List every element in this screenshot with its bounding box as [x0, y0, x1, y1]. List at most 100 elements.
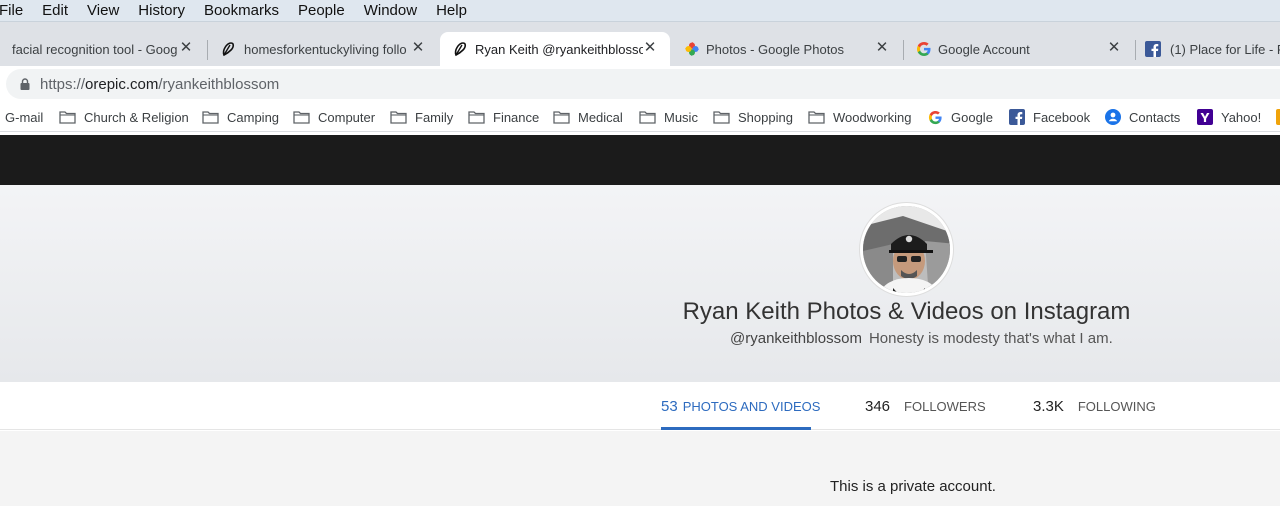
tab-google-account[interactable]: Google Account ✕ [904, 32, 1134, 66]
folder-icon [713, 111, 730, 124]
bookmark-computer[interactable]: Computer [293, 109, 375, 125]
bookmark-label: G-mail [5, 109, 44, 125]
tab-title: facial recognition tool - Goog [12, 41, 178, 57]
close-icon[interactable]: ✕ [1106, 40, 1122, 56]
menu-help[interactable]: Help [436, 0, 467, 22]
menu-edit[interactable]: Edit [42, 0, 68, 22]
tab-photos-and-videos[interactable]: 53 PHOTOS AND VIDEOS [661, 398, 820, 415]
tab-title: Ryan Keith @ryankeithblosso [475, 41, 643, 57]
bookmark-camping[interactable]: Camping [202, 109, 279, 125]
bookmark-label: Medical [578, 109, 623, 125]
bookmark-music[interactable]: Music [639, 109, 698, 125]
bookmark-facebook[interactable]: Facebook [1009, 109, 1090, 125]
bookmark-family[interactable]: Family [390, 109, 453, 125]
tab-title: (1) Place for Life - P [1170, 41, 1280, 57]
stat-count: 3.3K [1033, 398, 1064, 415]
bookmark-label: Google [951, 109, 993, 125]
close-icon[interactable]: ✕ [410, 40, 426, 56]
folder-icon [390, 111, 407, 124]
close-icon[interactable]: ✕ [874, 40, 890, 56]
yahoo-icon [1197, 109, 1213, 125]
bookmark-label: Shopping [738, 109, 793, 125]
bookmark-label: Church & Religion [84, 109, 189, 125]
tab-strip: facial recognition tool - Goog ✕ homesfo… [0, 22, 1280, 66]
bookmark-woodworking[interactable]: Woodworking [808, 109, 912, 125]
profile-stats-bar: 53 PHOTOS AND VIDEOS 346 FOLLOWERS 3.3K … [0, 382, 1280, 430]
menu-history[interactable]: History [138, 0, 185, 22]
menu-file[interactable]: File [0, 0, 23, 22]
folder-icon [468, 111, 485, 124]
tab-following[interactable]: 3.3K FOLLOWING [1033, 398, 1156, 415]
stat-label: FOLLOWING [1077, 399, 1156, 414]
bookmark-label: Facebook [1033, 109, 1091, 125]
tab-facial-recognition[interactable]: facial recognition tool - Goog ✕ [0, 32, 206, 66]
private-account-message: This is a private account. [830, 478, 996, 495]
folder-icon [808, 111, 825, 124]
menu-view[interactable]: View [87, 0, 119, 22]
bookmark-label: Music [664, 109, 698, 125]
tab-google-photos[interactable]: Photos - Google Photos ✕ [672, 32, 902, 66]
bookmark-medical[interactable]: Medical [553, 109, 623, 125]
content-area [0, 431, 1280, 506]
facebook-icon [1009, 109, 1025, 125]
contacts-icon [1105, 109, 1121, 125]
url-text[interactable]: https://orepic.com/ryankeithblossom [40, 76, 279, 93]
browser-toolbar: https://orepic.com/ryankeithblossom [0, 66, 1280, 102]
bookmark-contacts[interactable]: Contacts [1105, 109, 1180, 125]
bookmark-finance[interactable]: Finance [468, 109, 539, 125]
active-tab-indicator [661, 427, 811, 430]
tab-title: Google Account [938, 41, 1030, 57]
profile-bio: Honesty is modesty that's what I am. [868, 330, 1113, 347]
tab-homesforkentucky[interactable]: homesforkentuckyliving follo ✕ [208, 32, 438, 66]
bookmark-label: Camping [227, 109, 280, 125]
url-host: orepic.com [85, 76, 159, 93]
profile-subtitle: @ryankeithblossom Honesty is modesty that… [730, 330, 1113, 347]
folder-icon [639, 111, 656, 124]
bookmark-church-religion[interactable]: Church & Religion [59, 109, 189, 125]
bookmarks-bar: G-mail Church & Religion Camping Compute… [0, 102, 1280, 132]
tab-followers[interactable]: 346 FOLLOWERS [865, 398, 986, 415]
close-icon[interactable]: ✕ [178, 40, 194, 56]
bookmark-label: Family [415, 109, 454, 125]
bookmark-google[interactable]: Google [928, 109, 993, 125]
bookmark-overflow-icon[interactable] [1276, 109, 1280, 125]
tab-facebook[interactable]: (1) Place for Life - P [1136, 32, 1280, 66]
menu-window[interactable]: Window [364, 0, 417, 22]
bookmark-label: Contacts [1129, 109, 1181, 125]
profile-hero [0, 185, 1280, 382]
bookmark-gmail[interactable]: G-mail [5, 109, 43, 125]
folder-icon [202, 111, 219, 124]
stat-label: PHOTOS AND VIDEOS [682, 399, 821, 414]
bookmark-yahoo[interactable]: Yahoo! [1197, 109, 1261, 125]
avatar [860, 203, 953, 296]
stat-count: 53 [661, 398, 678, 415]
orepic-icon [454, 42, 467, 57]
stat-label: FOLLOWERS [904, 399, 986, 414]
bookmark-label: Woodworking [833, 109, 912, 125]
bookmark-label: Yahoo! [1221, 109, 1262, 125]
tab-title: Photos - Google Photos [706, 41, 845, 57]
site-header [0, 135, 1280, 185]
google-icon [928, 110, 942, 124]
address-bar[interactable]: https://orepic.com/ryankeithblossom [6, 69, 1280, 99]
bookmark-shopping[interactable]: Shopping [713, 109, 793, 125]
tab-ryan-keith[interactable]: Ryan Keith @ryankeithblosso ✕ [440, 32, 670, 66]
os-menu-bar: File Edit View History Bookmarks People … [0, 0, 1280, 22]
orepic-icon [222, 42, 235, 57]
google-photos-icon [685, 42, 699, 56]
stat-count: 346 [865, 398, 891, 415]
profile-handle: @ryankeithblossom [730, 330, 862, 347]
facebook-icon [1145, 41, 1161, 57]
folder-icon [553, 111, 570, 124]
folder-icon [293, 111, 310, 124]
tab-title: homesforkentuckyliving follo [244, 41, 407, 57]
page-title: Ryan Keith Photos & Videos on Instagram [682, 298, 1131, 325]
folder-icon [59, 111, 76, 124]
bookmark-label: Finance [493, 109, 540, 125]
url-scheme: https:// [40, 76, 86, 93]
close-icon[interactable]: ✕ [642, 40, 658, 56]
lock-icon[interactable] [20, 78, 30, 90]
menu-bookmarks[interactable]: Bookmarks [204, 0, 279, 22]
url-path: /ryankeithblossom [158, 76, 280, 93]
menu-people[interactable]: People [298, 0, 345, 22]
